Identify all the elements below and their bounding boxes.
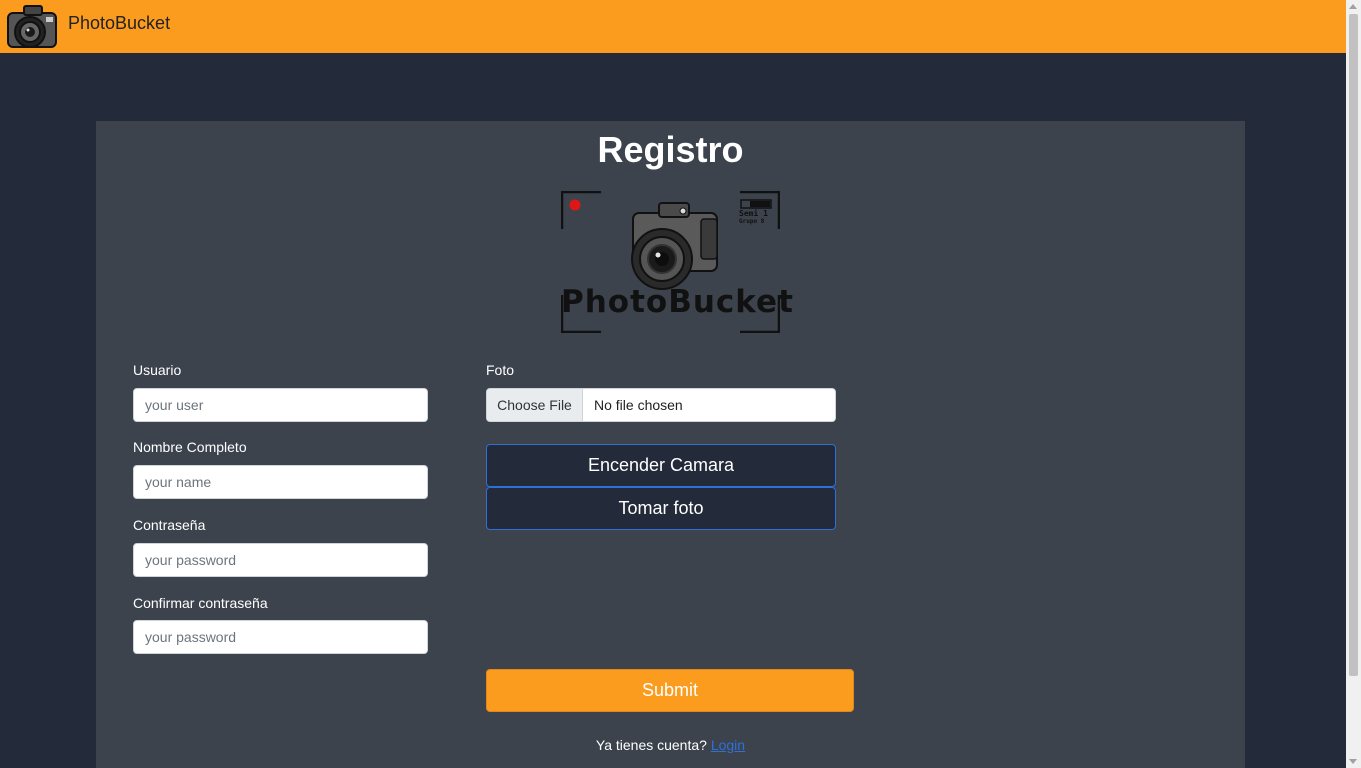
password-input[interactable] <box>133 543 428 577</box>
scroll-down-arrow-icon[interactable] <box>1349 759 1357 764</box>
record-dot-icon <box>569 199 581 211</box>
brand-name[interactable]: PhotoBucket <box>68 13 170 34</box>
confirm-password-label: Confirmar contraseña <box>133 595 268 611</box>
scrollbar[interactable] <box>1346 0 1361 768</box>
usuario-input[interactable] <box>133 388 428 422</box>
logo-tag-line2: Grupo 8 <box>739 218 765 225</box>
usuario-label: Usuario <box>133 362 182 378</box>
take-photo-button[interactable]: Tomar foto <box>486 487 836 530</box>
logo-tag-line1: Semi 1 <box>739 209 768 218</box>
scrollbar-thumb[interactable] <box>1349 14 1358 676</box>
page-title: Registro <box>597 129 744 170</box>
choose-file-button[interactable]: Choose File <box>487 389 583 421</box>
scroll-up-arrow-icon[interactable] <box>1349 4 1357 9</box>
battery-icon <box>740 199 772 209</box>
nombre-input[interactable] <box>133 465 428 499</box>
camera-icon[interactable] <box>6 1 60 52</box>
confirm-password-input[interactable] <box>133 620 428 654</box>
password-label: Contraseña <box>133 517 206 533</box>
submit-button[interactable]: Submit <box>486 669 854 712</box>
photobucket-logo: Semi 1 Grupo 8 PhotoBucket <box>561 191 794 333</box>
file-input[interactable]: Choose File No file chosen <box>486 388 836 422</box>
register-card: Registro Semi 1 Grupo 8 PhotoBucket Usua… <box>96 121 1245 768</box>
login-prompt: Ya tienes cuenta? Login <box>96 737 1245 753</box>
file-status: No file chosen <box>594 397 683 413</box>
login-link[interactable]: Login <box>711 737 745 753</box>
login-prompt-text: Ya tienes cuenta? <box>595 737 707 753</box>
navbar: PhotoBucket <box>0 0 1346 53</box>
camera-on-button[interactable]: Encender Camara <box>486 444 836 487</box>
foto-label: Foto <box>486 362 515 378</box>
nombre-label: Nombre Completo <box>133 439 247 455</box>
logo-text: PhotoBucket <box>561 284 794 320</box>
